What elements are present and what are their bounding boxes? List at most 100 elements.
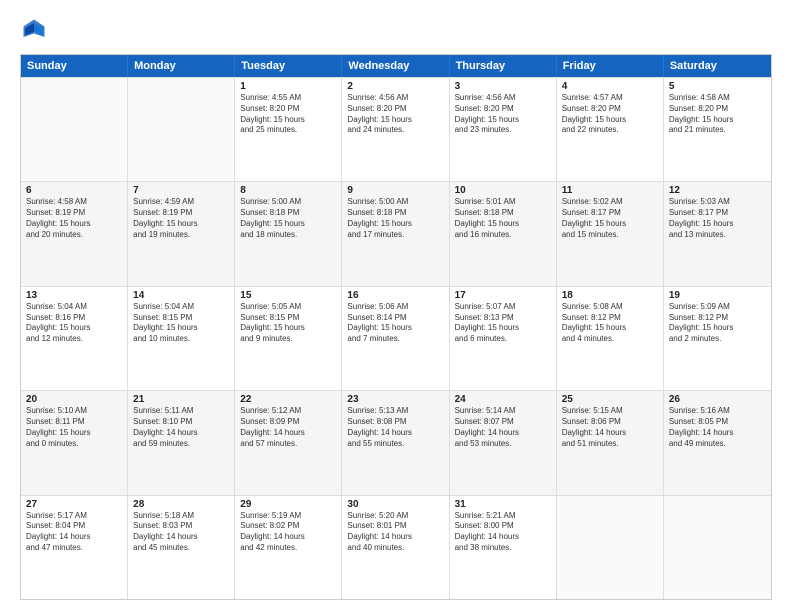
cell-info: Sunrise: 5:00 AMSunset: 8:18 PMDaylight:… [240, 197, 336, 240]
weekday-header: Monday [128, 55, 235, 77]
calendar-row: 20Sunrise: 5:10 AMSunset: 8:11 PMDayligh… [21, 390, 771, 494]
calendar-cell: 29Sunrise: 5:19 AMSunset: 8:02 PMDayligh… [235, 496, 342, 599]
calendar-cell: 2Sunrise: 4:56 AMSunset: 8:20 PMDaylight… [342, 78, 449, 181]
day-number: 20 [26, 394, 122, 405]
calendar-cell: 24Sunrise: 5:14 AMSunset: 8:07 PMDayligh… [450, 391, 557, 494]
cell-info: Sunrise: 5:13 AMSunset: 8:08 PMDaylight:… [347, 406, 443, 449]
calendar-cell: 31Sunrise: 5:21 AMSunset: 8:00 PMDayligh… [450, 496, 557, 599]
calendar-cell [128, 78, 235, 181]
cell-info: Sunrise: 5:19 AMSunset: 8:02 PMDaylight:… [240, 511, 336, 554]
day-number: 4 [562, 81, 658, 92]
calendar-cell: 1Sunrise: 4:55 AMSunset: 8:20 PMDaylight… [235, 78, 342, 181]
weekday-header: Wednesday [342, 55, 449, 77]
cell-info: Sunrise: 5:03 AMSunset: 8:17 PMDaylight:… [669, 197, 766, 240]
calendar-cell: 16Sunrise: 5:06 AMSunset: 8:14 PMDayligh… [342, 287, 449, 390]
day-number: 1 [240, 81, 336, 92]
cell-info: Sunrise: 4:58 AMSunset: 8:20 PMDaylight:… [669, 93, 766, 136]
day-number: 22 [240, 394, 336, 405]
day-number: 23 [347, 394, 443, 405]
day-number: 21 [133, 394, 229, 405]
weekday-header: Friday [557, 55, 664, 77]
calendar-row: 6Sunrise: 4:58 AMSunset: 8:19 PMDaylight… [21, 181, 771, 285]
day-number: 15 [240, 290, 336, 301]
calendar-cell: 18Sunrise: 5:08 AMSunset: 8:12 PMDayligh… [557, 287, 664, 390]
cell-info: Sunrise: 5:06 AMSunset: 8:14 PMDaylight:… [347, 302, 443, 345]
cell-info: Sunrise: 5:10 AMSunset: 8:11 PMDaylight:… [26, 406, 122, 449]
calendar-cell: 4Sunrise: 4:57 AMSunset: 8:20 PMDaylight… [557, 78, 664, 181]
calendar-cell: 30Sunrise: 5:20 AMSunset: 8:01 PMDayligh… [342, 496, 449, 599]
calendar-cell: 17Sunrise: 5:07 AMSunset: 8:13 PMDayligh… [450, 287, 557, 390]
day-number: 26 [669, 394, 766, 405]
cell-info: Sunrise: 5:14 AMSunset: 8:07 PMDaylight:… [455, 406, 551, 449]
weekday-header: Saturday [664, 55, 771, 77]
weekday-header: Tuesday [235, 55, 342, 77]
cell-info: Sunrise: 5:01 AMSunset: 8:18 PMDaylight:… [455, 197, 551, 240]
calendar-cell: 12Sunrise: 5:03 AMSunset: 8:17 PMDayligh… [664, 182, 771, 285]
day-number: 27 [26, 499, 122, 510]
day-number: 2 [347, 81, 443, 92]
cell-info: Sunrise: 5:11 AMSunset: 8:10 PMDaylight:… [133, 406, 229, 449]
day-number: 9 [347, 185, 443, 196]
calendar-cell: 13Sunrise: 5:04 AMSunset: 8:16 PMDayligh… [21, 287, 128, 390]
calendar-header: SundayMondayTuesdayWednesdayThursdayFrid… [21, 55, 771, 77]
day-number: 10 [455, 185, 551, 196]
calendar-cell [664, 496, 771, 599]
day-number: 12 [669, 185, 766, 196]
day-number: 5 [669, 81, 766, 92]
calendar-page: SundayMondayTuesdayWednesdayThursdayFrid… [0, 0, 792, 612]
cell-info: Sunrise: 5:00 AMSunset: 8:18 PMDaylight:… [347, 197, 443, 240]
cell-info: Sunrise: 4:55 AMSunset: 8:20 PMDaylight:… [240, 93, 336, 136]
calendar-row: 13Sunrise: 5:04 AMSunset: 8:16 PMDayligh… [21, 286, 771, 390]
logo [20, 16, 52, 44]
day-number: 30 [347, 499, 443, 510]
calendar-cell: 19Sunrise: 5:09 AMSunset: 8:12 PMDayligh… [664, 287, 771, 390]
cell-info: Sunrise: 5:04 AMSunset: 8:15 PMDaylight:… [133, 302, 229, 345]
cell-info: Sunrise: 5:15 AMSunset: 8:06 PMDaylight:… [562, 406, 658, 449]
day-number: 16 [347, 290, 443, 301]
calendar-cell [21, 78, 128, 181]
cell-info: Sunrise: 5:18 AMSunset: 8:03 PMDaylight:… [133, 511, 229, 554]
calendar-cell: 7Sunrise: 4:59 AMSunset: 8:19 PMDaylight… [128, 182, 235, 285]
calendar-body: 1Sunrise: 4:55 AMSunset: 8:20 PMDaylight… [21, 77, 771, 599]
day-number: 18 [562, 290, 658, 301]
cell-info: Sunrise: 5:02 AMSunset: 8:17 PMDaylight:… [562, 197, 658, 240]
calendar-cell: 25Sunrise: 5:15 AMSunset: 8:06 PMDayligh… [557, 391, 664, 494]
cell-info: Sunrise: 5:21 AMSunset: 8:00 PMDaylight:… [455, 511, 551, 554]
day-number: 31 [455, 499, 551, 510]
calendar-cell: 11Sunrise: 5:02 AMSunset: 8:17 PMDayligh… [557, 182, 664, 285]
calendar-cell: 21Sunrise: 5:11 AMSunset: 8:10 PMDayligh… [128, 391, 235, 494]
logo-icon [20, 16, 48, 44]
cell-info: Sunrise: 4:58 AMSunset: 8:19 PMDaylight:… [26, 197, 122, 240]
cell-info: Sunrise: 4:59 AMSunset: 8:19 PMDaylight:… [133, 197, 229, 240]
day-number: 19 [669, 290, 766, 301]
cell-info: Sunrise: 5:17 AMSunset: 8:04 PMDaylight:… [26, 511, 122, 554]
day-number: 25 [562, 394, 658, 405]
cell-info: Sunrise: 5:16 AMSunset: 8:05 PMDaylight:… [669, 406, 766, 449]
calendar-cell: 6Sunrise: 4:58 AMSunset: 8:19 PMDaylight… [21, 182, 128, 285]
calendar-cell [557, 496, 664, 599]
calendar-cell: 28Sunrise: 5:18 AMSunset: 8:03 PMDayligh… [128, 496, 235, 599]
cell-info: Sunrise: 5:09 AMSunset: 8:12 PMDaylight:… [669, 302, 766, 345]
day-number: 6 [26, 185, 122, 196]
day-number: 3 [455, 81, 551, 92]
calendar-cell: 27Sunrise: 5:17 AMSunset: 8:04 PMDayligh… [21, 496, 128, 599]
calendar-cell: 22Sunrise: 5:12 AMSunset: 8:09 PMDayligh… [235, 391, 342, 494]
cell-info: Sunrise: 4:56 AMSunset: 8:20 PMDaylight:… [347, 93, 443, 136]
calendar-cell: 5Sunrise: 4:58 AMSunset: 8:20 PMDaylight… [664, 78, 771, 181]
day-number: 13 [26, 290, 122, 301]
day-number: 8 [240, 185, 336, 196]
calendar-cell: 3Sunrise: 4:56 AMSunset: 8:20 PMDaylight… [450, 78, 557, 181]
day-number: 17 [455, 290, 551, 301]
calendar-cell: 8Sunrise: 5:00 AMSunset: 8:18 PMDaylight… [235, 182, 342, 285]
calendar-cell: 14Sunrise: 5:04 AMSunset: 8:15 PMDayligh… [128, 287, 235, 390]
calendar-row: 27Sunrise: 5:17 AMSunset: 8:04 PMDayligh… [21, 495, 771, 599]
calendar: SundayMondayTuesdayWednesdayThursdayFrid… [20, 54, 772, 600]
calendar-cell: 23Sunrise: 5:13 AMSunset: 8:08 PMDayligh… [342, 391, 449, 494]
cell-info: Sunrise: 5:04 AMSunset: 8:16 PMDaylight:… [26, 302, 122, 345]
calendar-cell: 10Sunrise: 5:01 AMSunset: 8:18 PMDayligh… [450, 182, 557, 285]
weekday-header: Sunday [21, 55, 128, 77]
day-number: 29 [240, 499, 336, 510]
calendar-row: 1Sunrise: 4:55 AMSunset: 8:20 PMDaylight… [21, 77, 771, 181]
calendar-cell: 9Sunrise: 5:00 AMSunset: 8:18 PMDaylight… [342, 182, 449, 285]
page-header [20, 16, 772, 44]
